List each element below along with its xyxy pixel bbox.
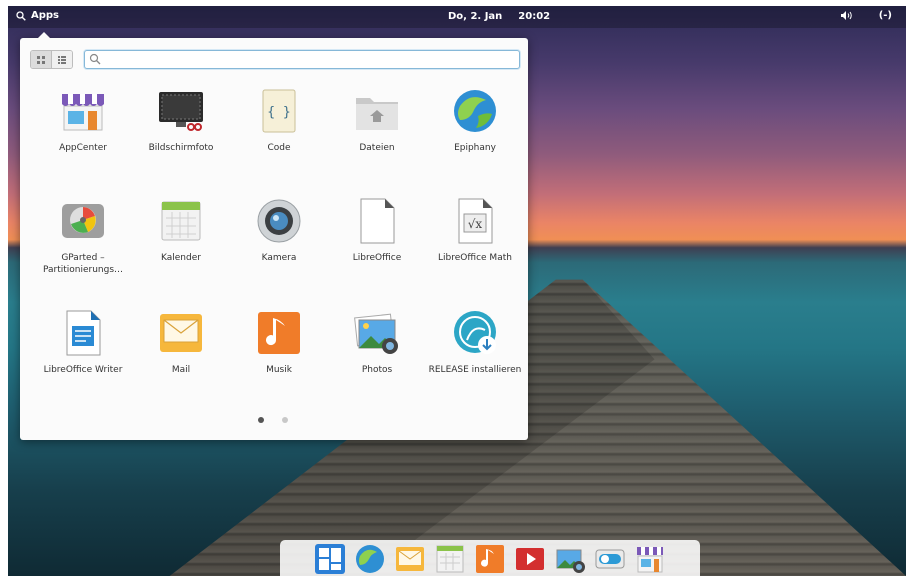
app-label: Code: [267, 143, 291, 153]
time-label: 20:02: [518, 11, 551, 22]
app-libreoffice-writer[interactable]: LibreOffice Writer: [34, 308, 132, 376]
app-label: Mail: [171, 365, 191, 375]
grid-view-button[interactable]: [31, 51, 51, 68]
session-icon: (-): [878, 10, 892, 21]
app-label: Photos: [361, 365, 393, 375]
dock-epiphany[interactable]: [353, 542, 387, 576]
dock-music[interactable]: [473, 542, 507, 576]
files-icon: [352, 86, 402, 136]
app-label: AppCenter: [59, 143, 107, 153]
app-label: LibreOffice: [352, 253, 402, 263]
dock-mail[interactable]: [393, 542, 427, 576]
applications-menu-label: Apps: [31, 10, 60, 21]
app-label: LibreOffice Math: [438, 253, 512, 263]
multitasking-view-icon: [315, 544, 345, 574]
app-gparted[interactable]: GParted – Partitionierungs…: [34, 196, 132, 276]
svg-text:{ }: { }: [267, 105, 290, 120]
applications-menu-button[interactable]: Apps: [16, 10, 59, 21]
app-screenshot[interactable]: Bildschirmfoto: [132, 86, 230, 154]
app-label: Epiphany: [454, 143, 496, 153]
app-label: Kalender: [161, 253, 201, 263]
app-code[interactable]: { } Code: [230, 86, 328, 154]
app-mail[interactable]: Mail: [132, 308, 230, 376]
view-mode-switcher: [30, 50, 73, 69]
app-libreoffice-math[interactable]: √x LibreOffice Math: [426, 196, 524, 264]
app-label: LibreOffice Writer: [43, 365, 123, 375]
dock-videos[interactable]: [513, 542, 547, 576]
app-label: Dateien: [359, 143, 395, 153]
libreoffice-writer-icon: [58, 308, 108, 358]
sound-indicator[interactable]: [840, 10, 854, 24]
app-music[interactable]: Musik: [230, 308, 328, 376]
code-icon: { }: [254, 86, 304, 136]
libreoffice-icon: [352, 196, 402, 246]
category-view-button[interactable]: [51, 51, 72, 68]
app-libreoffice[interactable]: LibreOffice: [328, 196, 426, 264]
installer-icon: [450, 308, 500, 358]
music-icon: [254, 308, 304, 358]
search-icon: [89, 53, 101, 65]
dock-photos[interactable]: [553, 542, 587, 576]
app-camera[interactable]: Kamera: [230, 196, 328, 264]
dock-appcenter[interactable]: [633, 542, 667, 576]
videos-icon: [516, 548, 544, 570]
volume-icon: [841, 11, 852, 20]
app-label: GParted – Partitionierungs…: [42, 253, 124, 275]
app-calendar[interactable]: Kalender: [132, 196, 230, 264]
applications-launcher: AppCenter Bildschirmfoto { } Code Dateie…: [20, 32, 528, 440]
app-label: Bildschirmfoto: [148, 143, 214, 153]
appcenter-icon: [637, 547, 663, 573]
music-icon: [476, 545, 504, 573]
search-field[interactable]: [84, 50, 520, 69]
app-label: RELEASE installieren: [428, 365, 522, 375]
app-label: Musik: [266, 365, 292, 375]
grid-view-icon: [37, 55, 45, 64]
mail-icon: [396, 547, 424, 571]
dock-settings[interactable]: [593, 542, 627, 576]
svg-text:√x: √x: [468, 217, 483, 231]
app-installer[interactable]: RELEASE installieren: [426, 308, 524, 376]
page-dot-1[interactable]: [258, 417, 264, 423]
epiphany-icon: [450, 86, 500, 136]
search-icon: [16, 10, 26, 21]
date-label: Do, 2. Jan: [448, 11, 503, 22]
app-epiphany[interactable]: Epiphany: [426, 86, 524, 154]
app-photos[interactable]: Photos: [328, 308, 426, 376]
photos-icon: [556, 549, 585, 573]
app-label: Kamera: [261, 253, 297, 263]
dock: [280, 540, 700, 578]
category-view-icon: [58, 55, 66, 64]
page-indicator: [258, 417, 288, 423]
libreoffice-math-icon: √x: [450, 196, 500, 246]
settings-icon: [595, 549, 625, 569]
page-dot-2[interactable]: [282, 417, 288, 423]
dock-calendar[interactable]: [433, 542, 467, 576]
session-indicator[interactable]: (-): [879, 10, 892, 21]
calendar-icon: [436, 545, 464, 573]
app-files[interactable]: Dateien: [328, 86, 426, 154]
datetime-indicator[interactable]: Do, 2. Jan 20:02: [448, 11, 550, 22]
gparted-icon: [58, 196, 108, 246]
appcenter-icon: [58, 86, 108, 136]
top-panel: Apps Do, 2. Jan 20:02 (-): [8, 6, 906, 28]
photos-icon: [352, 308, 402, 358]
mail-icon: [156, 308, 206, 358]
epiphany-icon: [356, 545, 384, 573]
app-appcenter[interactable]: AppCenter: [34, 86, 132, 154]
search-input[interactable]: [105, 52, 509, 68]
calendar-icon: [156, 196, 206, 246]
camera-icon: [254, 196, 304, 246]
screenshot-icon: [156, 86, 206, 136]
dock-multitasking-view[interactable]: [313, 542, 347, 576]
